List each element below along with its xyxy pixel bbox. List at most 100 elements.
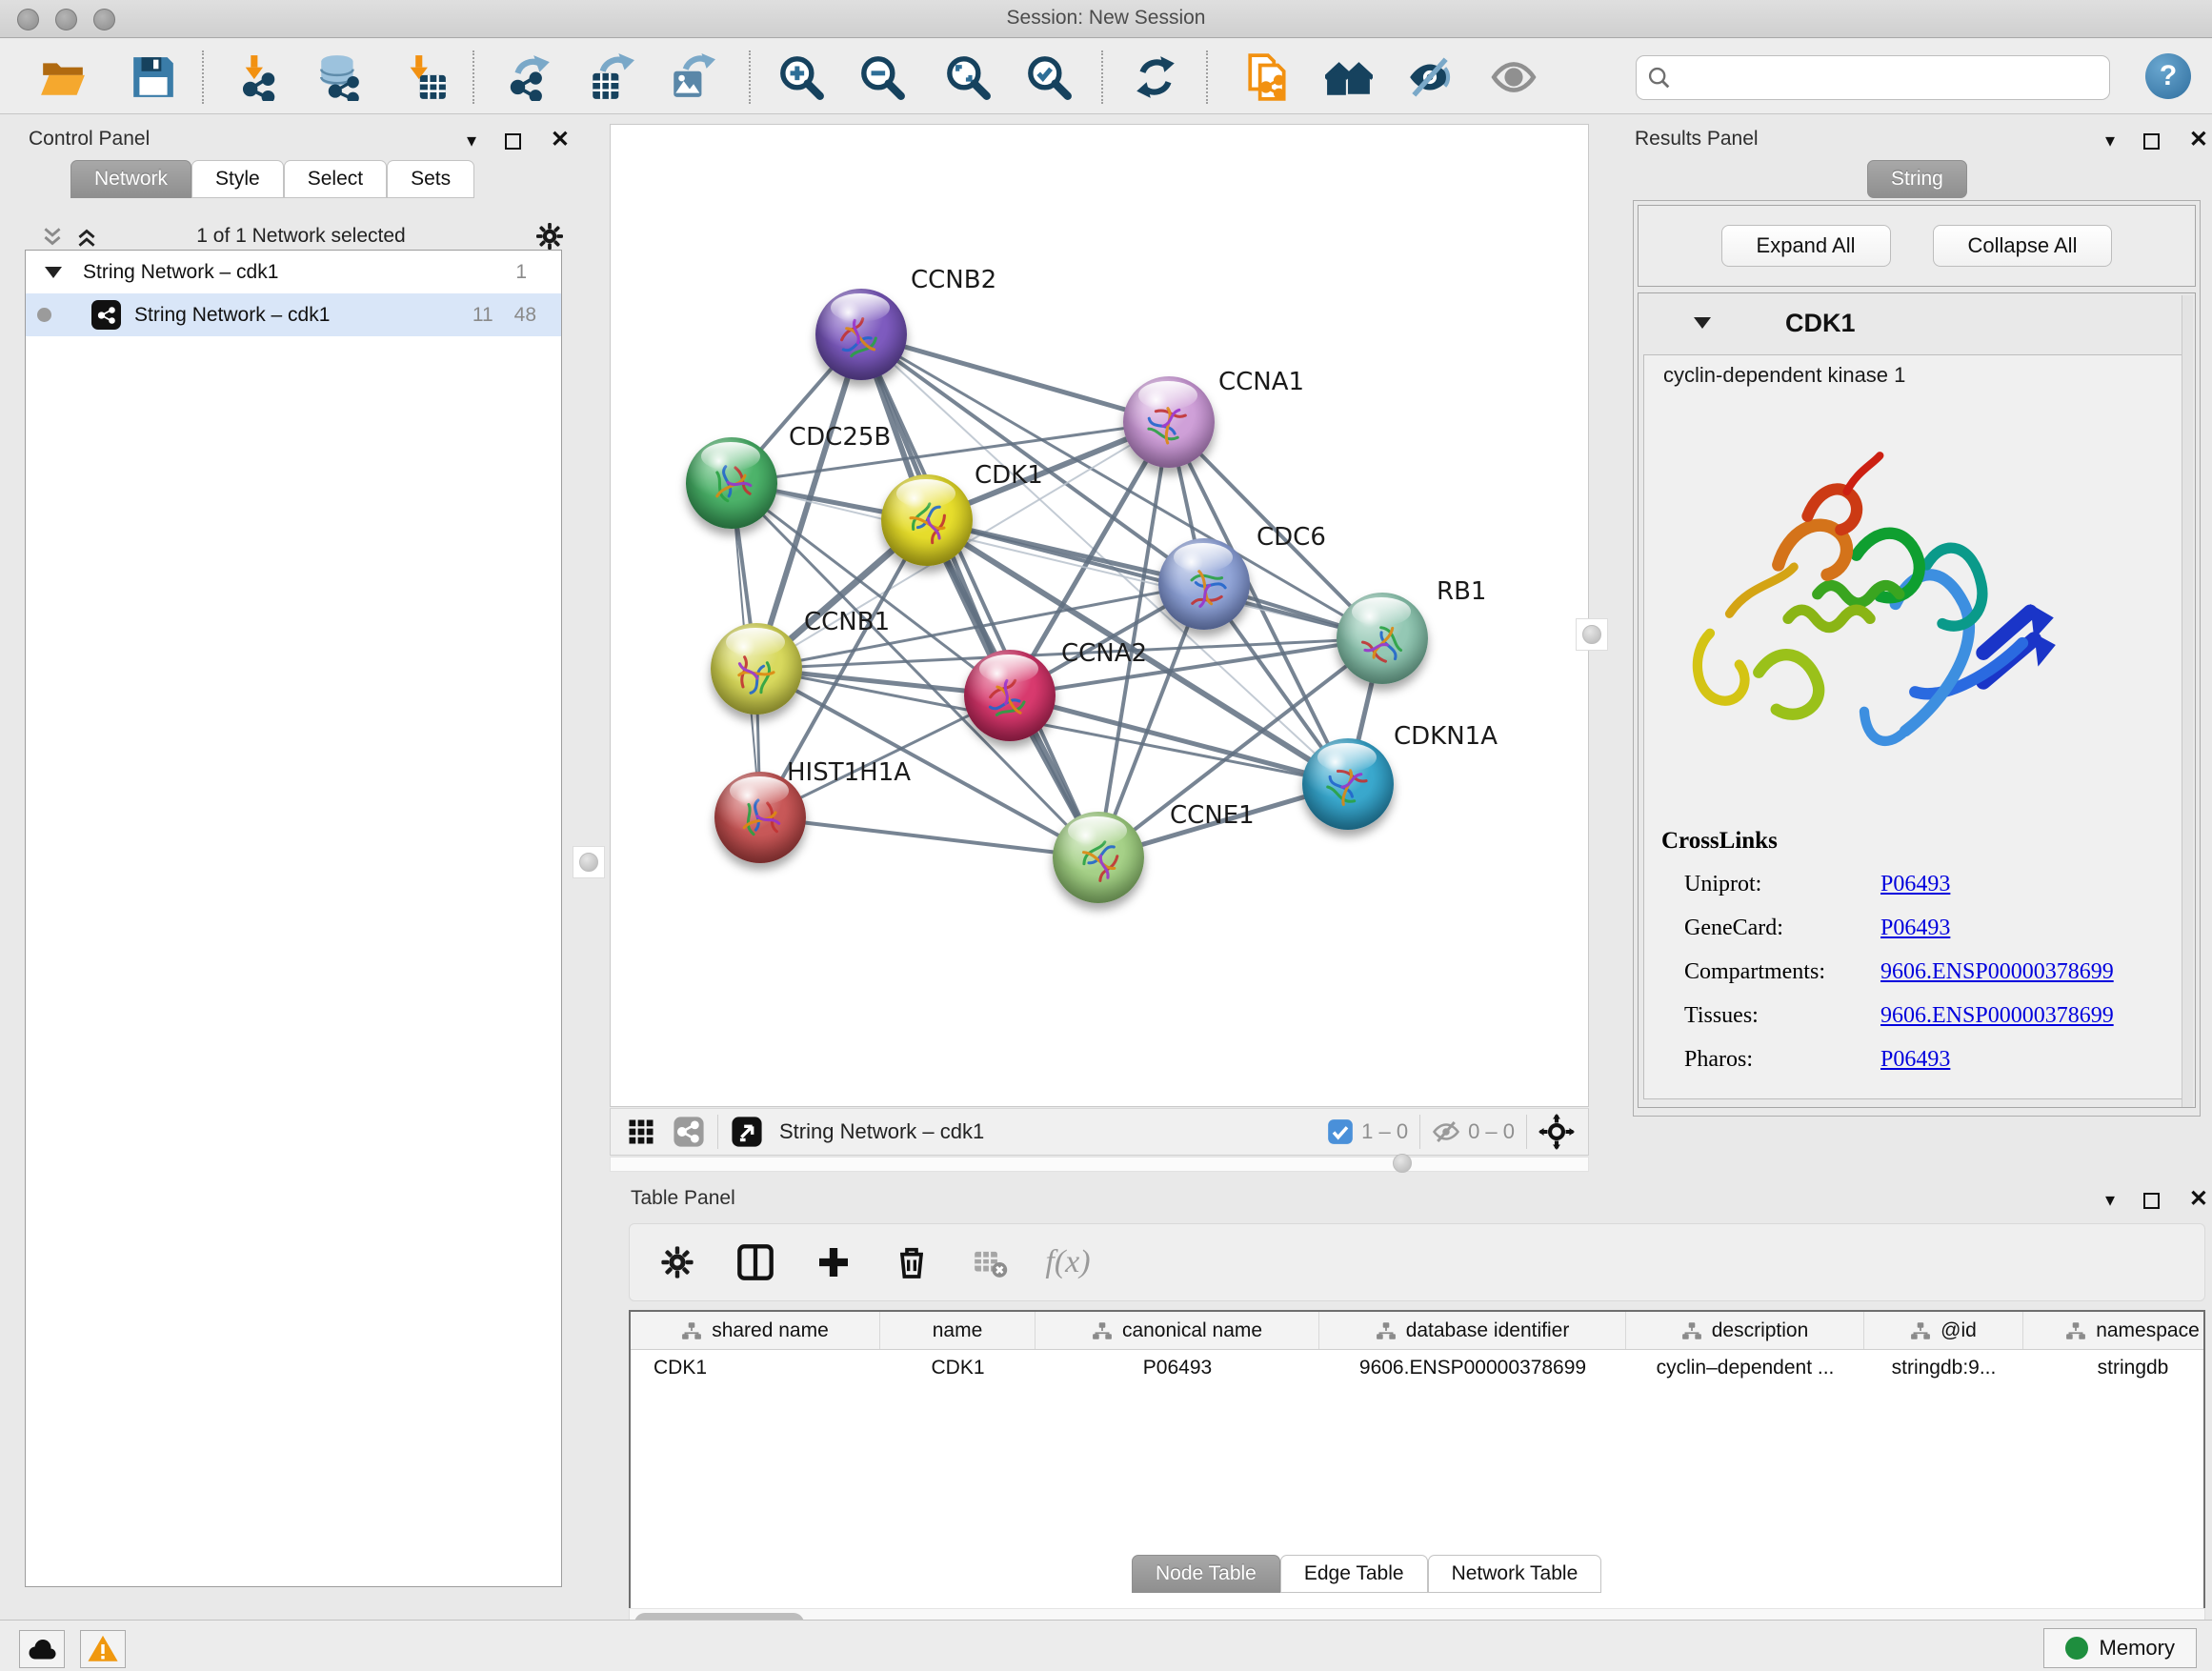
node-CDC25B[interactable] — [686, 437, 777, 529]
node-CDK1[interactable] — [881, 474, 973, 566]
zoom-in-button[interactable] — [774, 49, 829, 106]
export-image-button[interactable] — [664, 49, 719, 106]
zoom-selected-button[interactable] — [1021, 49, 1076, 106]
zoom-out-button[interactable] — [855, 49, 910, 106]
bottom-splitter-handle[interactable] — [1388, 1149, 1417, 1178]
tab-string[interactable]: String — [1867, 160, 1967, 198]
panel-close-button[interactable]: ✕ — [2189, 1185, 2208, 1213]
gear-icon[interactable] — [534, 221, 565, 252]
network-collection-row[interactable]: String Network – cdk1 1 — [26, 251, 561, 293]
search-input[interactable] — [1680, 66, 2100, 91]
crosslink-tissues-link[interactable]: 9606.ENSP00000378699 — [1880, 1003, 2114, 1029]
node-RB1[interactable] — [1337, 593, 1428, 684]
panel-float-button[interactable]: ▾ — [2105, 1188, 2115, 1212]
tab-network-table[interactable]: Network Table — [1428, 1555, 1602, 1593]
table-cell[interactable]: stringdb — [2023, 1350, 2205, 1386]
column-header-database-identifier[interactable]: database identifier — [1319, 1312, 1626, 1349]
table-cell[interactable]: P06493 — [1036, 1350, 1319, 1386]
create-column-button[interactable] — [813, 1241, 855, 1283]
hidden-eye-icon[interactable] — [1432, 1117, 1460, 1146]
tab-node-table[interactable]: Node Table — [1132, 1555, 1280, 1593]
gene-section-header[interactable]: CDK1 — [1639, 293, 2195, 352]
help-button[interactable]: ? — [2145, 53, 2191, 99]
memory-button[interactable]: Memory — [2043, 1628, 2197, 1668]
column-header-name[interactable]: name — [880, 1312, 1036, 1349]
left-splitter-handle[interactable] — [573, 846, 605, 878]
first-neighbors-button[interactable] — [1321, 49, 1377, 106]
show-columns-button[interactable] — [734, 1241, 776, 1283]
crosslink-pharos-link[interactable]: P06493 — [1880, 1047, 1950, 1073]
panel-close-button[interactable]: ✕ — [551, 126, 570, 153]
collapse-all-button[interactable]: Collapse All — [1933, 225, 2113, 267]
grid-view-button[interactable] — [624, 1115, 658, 1149]
tab-select[interactable]: Select — [284, 160, 387, 198]
import-network-button[interactable] — [231, 49, 286, 106]
apply-layout-button[interactable] — [1128, 49, 1183, 106]
network-canvas[interactable]: CCNB2CCNA1CDC25BCDK1CDC6RB1CCNB1CCNA2CDK… — [610, 124, 1589, 1107]
panel-close-button[interactable]: ✕ — [2189, 126, 2208, 153]
node-CCNA1[interactable] — [1123, 376, 1215, 468]
expand-all-icon[interactable] — [74, 225, 99, 250]
table-row[interactable]: CDK1CDK1P064939606.ENSP00000378699cyclin… — [631, 1350, 2203, 1386]
import-table-button[interactable] — [397, 49, 452, 106]
crosslink-row: GeneCard: P06493 — [1661, 906, 2176, 950]
node-CCNE1[interactable] — [1053, 812, 1144, 903]
tab-style[interactable]: Style — [191, 160, 284, 198]
export-network-button[interactable] — [502, 49, 557, 106]
horizontal-splitter[interactable] — [610, 1157, 1589, 1172]
string-view-button[interactable] — [672, 1115, 706, 1149]
tab-edge-table[interactable]: Edge Table — [1280, 1555, 1428, 1593]
tab-sets[interactable]: Sets — [387, 160, 474, 198]
table-cell[interactable]: 9606.ENSP00000378699 — [1319, 1350, 1626, 1386]
column-header-label: namespace — [2096, 1319, 2200, 1342]
zoom-fit-button[interactable] — [940, 49, 995, 106]
birds-eye-view-button[interactable] — [730, 1115, 764, 1149]
duplicate-network-button[interactable] — [1240, 49, 1296, 106]
node-CDKN1A[interactable] — [1302, 738, 1394, 830]
warning-button[interactable] — [80, 1630, 126, 1668]
node-CCNB1[interactable] — [711, 623, 802, 715]
cloud-button[interactable] — [19, 1630, 65, 1668]
column-header-shared-name[interactable]: shared name — [631, 1312, 880, 1349]
import-network-from-database-button[interactable] — [312, 49, 367, 106]
node-CCNB2[interactable] — [815, 289, 907, 380]
table-cell[interactable]: stringdb:9... — [1864, 1350, 2023, 1386]
crosshair-icon[interactable] — [1538, 1114, 1575, 1150]
crosslink-genecard-link[interactable]: P06493 — [1880, 916, 1950, 941]
node-CCNA2[interactable] — [964, 650, 1056, 741]
table-cell[interactable]: CDK1 — [631, 1350, 880, 1386]
right-splitter-handle[interactable] — [1576, 618, 1608, 651]
hidden-node-edge-counts: 0 – 0 — [1468, 1119, 1515, 1144]
delete-table-button[interactable] — [969, 1241, 1011, 1283]
hide-selected-button[interactable] — [1402, 49, 1458, 106]
panel-float-button[interactable]: ▾ — [467, 129, 476, 152]
selected-checkbox-icon[interactable] — [1327, 1118, 1354, 1145]
show-all-button[interactable] — [1486, 49, 1541, 106]
export-table-button[interactable] — [583, 49, 638, 106]
column-header-namespace[interactable]: namespace — [2023, 1312, 2205, 1349]
tab-network[interactable]: Network — [70, 160, 191, 198]
table-cell[interactable]: CDK1 — [880, 1350, 1036, 1386]
crosslink-compartments-link[interactable]: 9606.ENSP00000378699 — [1880, 959, 2114, 985]
crosslink-uniprot-link[interactable]: P06493 — [1880, 872, 1950, 897]
expand-all-button[interactable]: Expand All — [1721, 225, 1891, 267]
results-scrollbar[interactable] — [2182, 295, 2193, 1107]
table-settings-button[interactable] — [656, 1241, 698, 1283]
column-header-description[interactable]: description — [1626, 1312, 1864, 1349]
panel-maximize-button[interactable] — [2143, 131, 2160, 152]
collapse-all-icon[interactable] — [40, 225, 65, 250]
column-header-canonical-name[interactable]: canonical name — [1036, 1312, 1319, 1349]
save-session-button[interactable] — [126, 49, 181, 106]
node-CDC6[interactable] — [1158, 538, 1250, 630]
network-row[interactable]: String Network – cdk1 11 48 — [26, 293, 561, 336]
panel-float-button[interactable]: ▾ — [2105, 129, 2115, 152]
function-builder-button[interactable]: f(x) — [1047, 1241, 1089, 1283]
column-header--id[interactable]: @id — [1864, 1312, 2023, 1349]
delete-column-button[interactable] — [891, 1241, 933, 1283]
panel-maximize-button[interactable] — [2143, 1190, 2160, 1212]
table-cell[interactable]: cyclin–dependent ... — [1626, 1350, 1864, 1386]
panel-maximize-button[interactable] — [505, 131, 521, 152]
node-label-CCNA2: CCNA2 — [1061, 639, 1147, 668]
edge-HIST1H1A-CCNE1[interactable] — [760, 817, 1098, 857]
open-session-button[interactable] — [35, 49, 90, 106]
